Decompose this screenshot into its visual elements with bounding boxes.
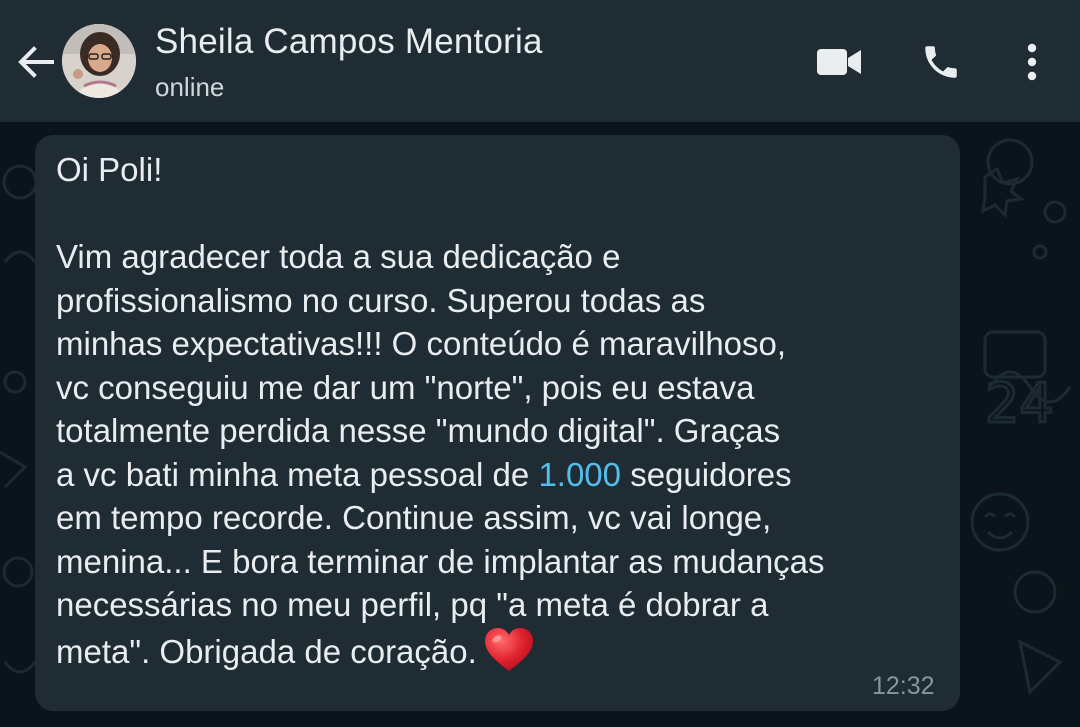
more-options-button[interactable]	[1010, 36, 1054, 88]
voice-call-button[interactable]	[912, 36, 970, 88]
chat-header: Sheila Campos Mentoria online	[0, 0, 1080, 122]
contact-status: online	[155, 72, 225, 102]
svg-text:24: 24	[985, 372, 1054, 435]
avatar-image	[62, 24, 136, 98]
message-timestamp: 12:32	[872, 672, 935, 700]
phone-icon	[925, 46, 957, 78]
message-greeting: Oi Poli!	[56, 151, 163, 188]
more-vertical-icon	[1027, 43, 1037, 81]
message-text[interactable]: Oi Poli! Vim agradecer toda a sua dedica…	[56, 148, 936, 683]
phone-number-link[interactable]: 1.000	[538, 456, 621, 493]
video-camera-icon	[817, 49, 861, 75]
avatar[interactable]	[62, 24, 136, 98]
message-body-part1: Vim agradecer toda a sua dedicação e pro…	[56, 238, 787, 493]
arrow-left-icon	[18, 46, 54, 78]
video-call-button[interactable]	[808, 38, 870, 86]
chat-screen: Sheila Campos Mentoria online 24 Oi Poli…	[0, 0, 1080, 727]
back-button[interactable]	[14, 40, 58, 84]
contact-name[interactable]: Sheila Campos Mentoria	[155, 22, 543, 62]
heart-emoji-icon	[483, 627, 535, 684]
